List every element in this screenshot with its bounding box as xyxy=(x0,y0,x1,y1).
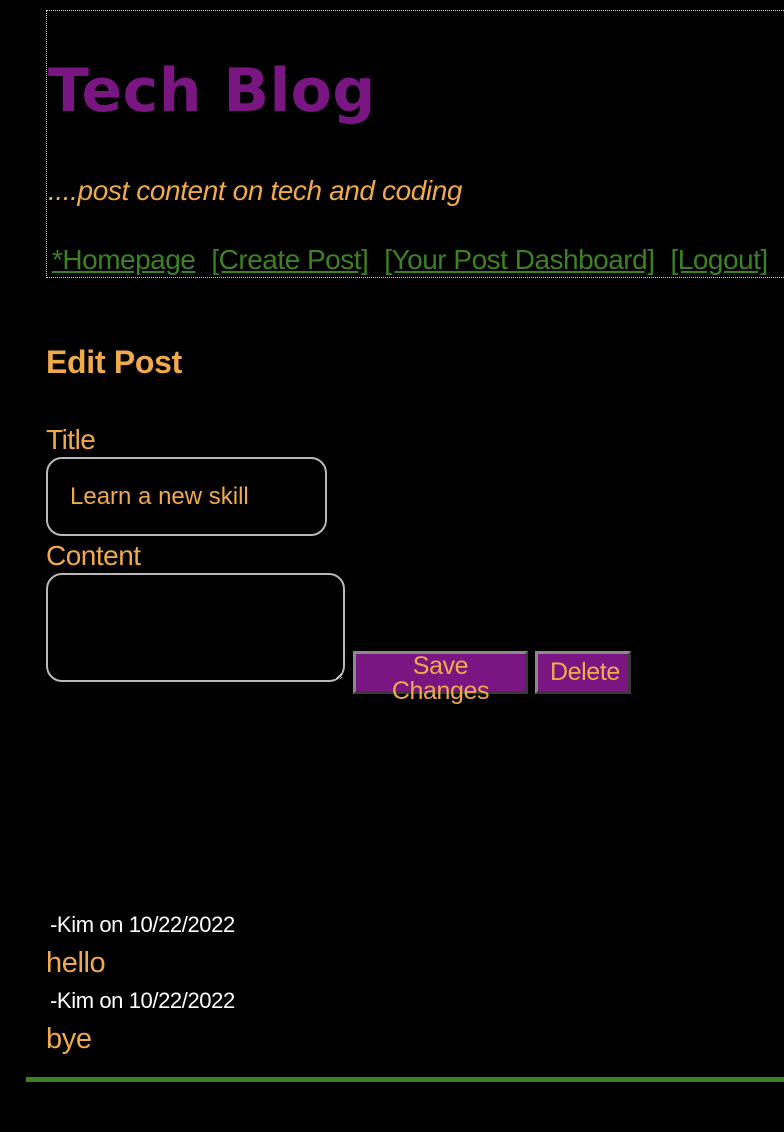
nav-link-homepage[interactable]: *Homepage xyxy=(52,243,196,277)
page: Tech Blog ....post content on tech and c… xyxy=(0,0,784,1132)
nav-link-create-post[interactable]: [Create Post] xyxy=(211,243,368,277)
site-header: Tech Blog ....post content on tech and c… xyxy=(46,10,784,278)
content-textarea[interactable] xyxy=(46,573,345,682)
comment-meta: -Kim on 10/22/2022 xyxy=(50,988,235,1013)
nav-link-dashboard[interactable]: [Your Post Dashboard] xyxy=(384,243,655,277)
title-label: Title xyxy=(46,424,96,455)
footer-divider xyxy=(26,1077,784,1082)
comment-text: bye xyxy=(46,1023,92,1055)
header-divider xyxy=(47,277,784,278)
edit-post-heading: Edit Post xyxy=(46,344,182,380)
delete-button[interactable]: Delete xyxy=(535,651,631,694)
comment-text: hello xyxy=(46,947,106,979)
site-tagline: ....post content on tech and coding xyxy=(48,175,463,206)
comment-meta: -Kim on 10/22/2022 xyxy=(50,912,235,937)
title-input[interactable] xyxy=(46,457,327,536)
save-changes-button[interactable]: Save Changes xyxy=(353,651,528,704)
main-nav: *Homepage [Create Post] [Your Post Dashb… xyxy=(52,243,784,277)
nav-link-logout[interactable]: [Logout] xyxy=(670,243,768,277)
content-label: Content xyxy=(46,540,141,571)
site-title: Tech Blog xyxy=(48,56,376,126)
